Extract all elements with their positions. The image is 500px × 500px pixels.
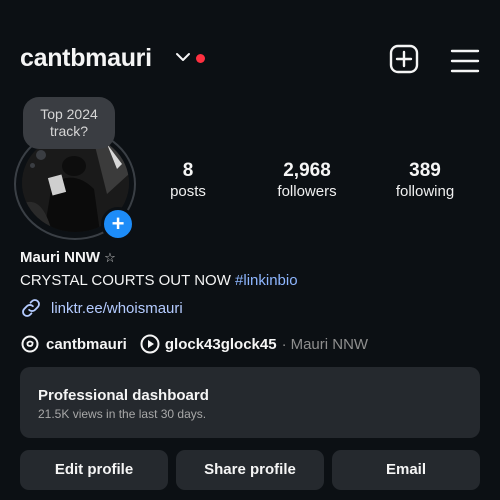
email-button[interactable]: Email — [332, 450, 480, 490]
professional-dashboard-card[interactable]: Professional dashboard 21.5K views in th… — [20, 367, 480, 438]
bio-link[interactable]: linktr.ee/whoismauri — [20, 296, 183, 320]
star-icon: ☆ — [104, 250, 116, 265]
bio-body: CRYSTAL COURTS OUT NOW — [20, 272, 236, 289]
posts-stat[interactable]: 8 posts — [133, 160, 243, 200]
following-count: 389 — [409, 160, 441, 181]
followers-count: 2,968 — [283, 160, 331, 181]
posts-count: 8 — [182, 160, 194, 181]
threads-icon[interactable] — [20, 334, 40, 354]
dashboard-subtitle: 21.5K views in the last 30 days. — [38, 407, 207, 421]
bio-link-text[interactable]: linktr.ee/whoismauri — [51, 300, 183, 317]
separator-dot: · — [281, 335, 287, 353]
linked-account-sub: Mauri NNW — [290, 335, 369, 353]
note-text-line2: track? — [49, 123, 89, 139]
posts-label: posts — [170, 183, 206, 200]
linked-account-name[interactable]: glock43glock45 — [165, 336, 277, 353]
display-name-text: Mauri NNW — [20, 249, 100, 266]
threads-username[interactable]: cantbmauri — [46, 336, 127, 353]
followers-stat[interactable]: 2,968 followers — [252, 160, 362, 200]
note-bubble-tail — [36, 150, 46, 160]
note-bubble[interactable]: Top 2024 track? — [23, 97, 115, 149]
menu-icon[interactable] — [450, 46, 480, 76]
bio-hashtag[interactable]: #linkinbio — [235, 272, 298, 289]
share-profile-button[interactable]: Share profile — [176, 450, 324, 490]
link-icon — [22, 299, 40, 317]
chevron-down-icon[interactable] — [175, 50, 191, 64]
following-label: following — [395, 183, 455, 200]
notification-dot — [196, 54, 205, 63]
add-story-icon[interactable]: + — [101, 207, 135, 241]
edit-profile-button[interactable]: Edit profile — [20, 450, 168, 490]
profile-username[interactable]: cantbmauri — [20, 44, 152, 73]
display-name: Mauri NNW ☆ — [20, 249, 116, 266]
note-text-line1: Top 2024 — [40, 106, 98, 122]
following-stat[interactable]: 389 following — [370, 160, 480, 200]
dashboard-title: Professional dashboard — [38, 387, 209, 404]
play-circle-icon[interactable] — [140, 334, 160, 354]
note-bubble-tail-small — [30, 163, 35, 168]
bio-text: CRYSTAL COURTS OUT NOW #linkinbio — [20, 272, 298, 289]
followers-label: followers — [277, 183, 337, 200]
social-links-row: cantbmauri glock43glock45 · Mauri NNW — [20, 332, 368, 356]
new-post-icon[interactable] — [389, 44, 419, 74]
